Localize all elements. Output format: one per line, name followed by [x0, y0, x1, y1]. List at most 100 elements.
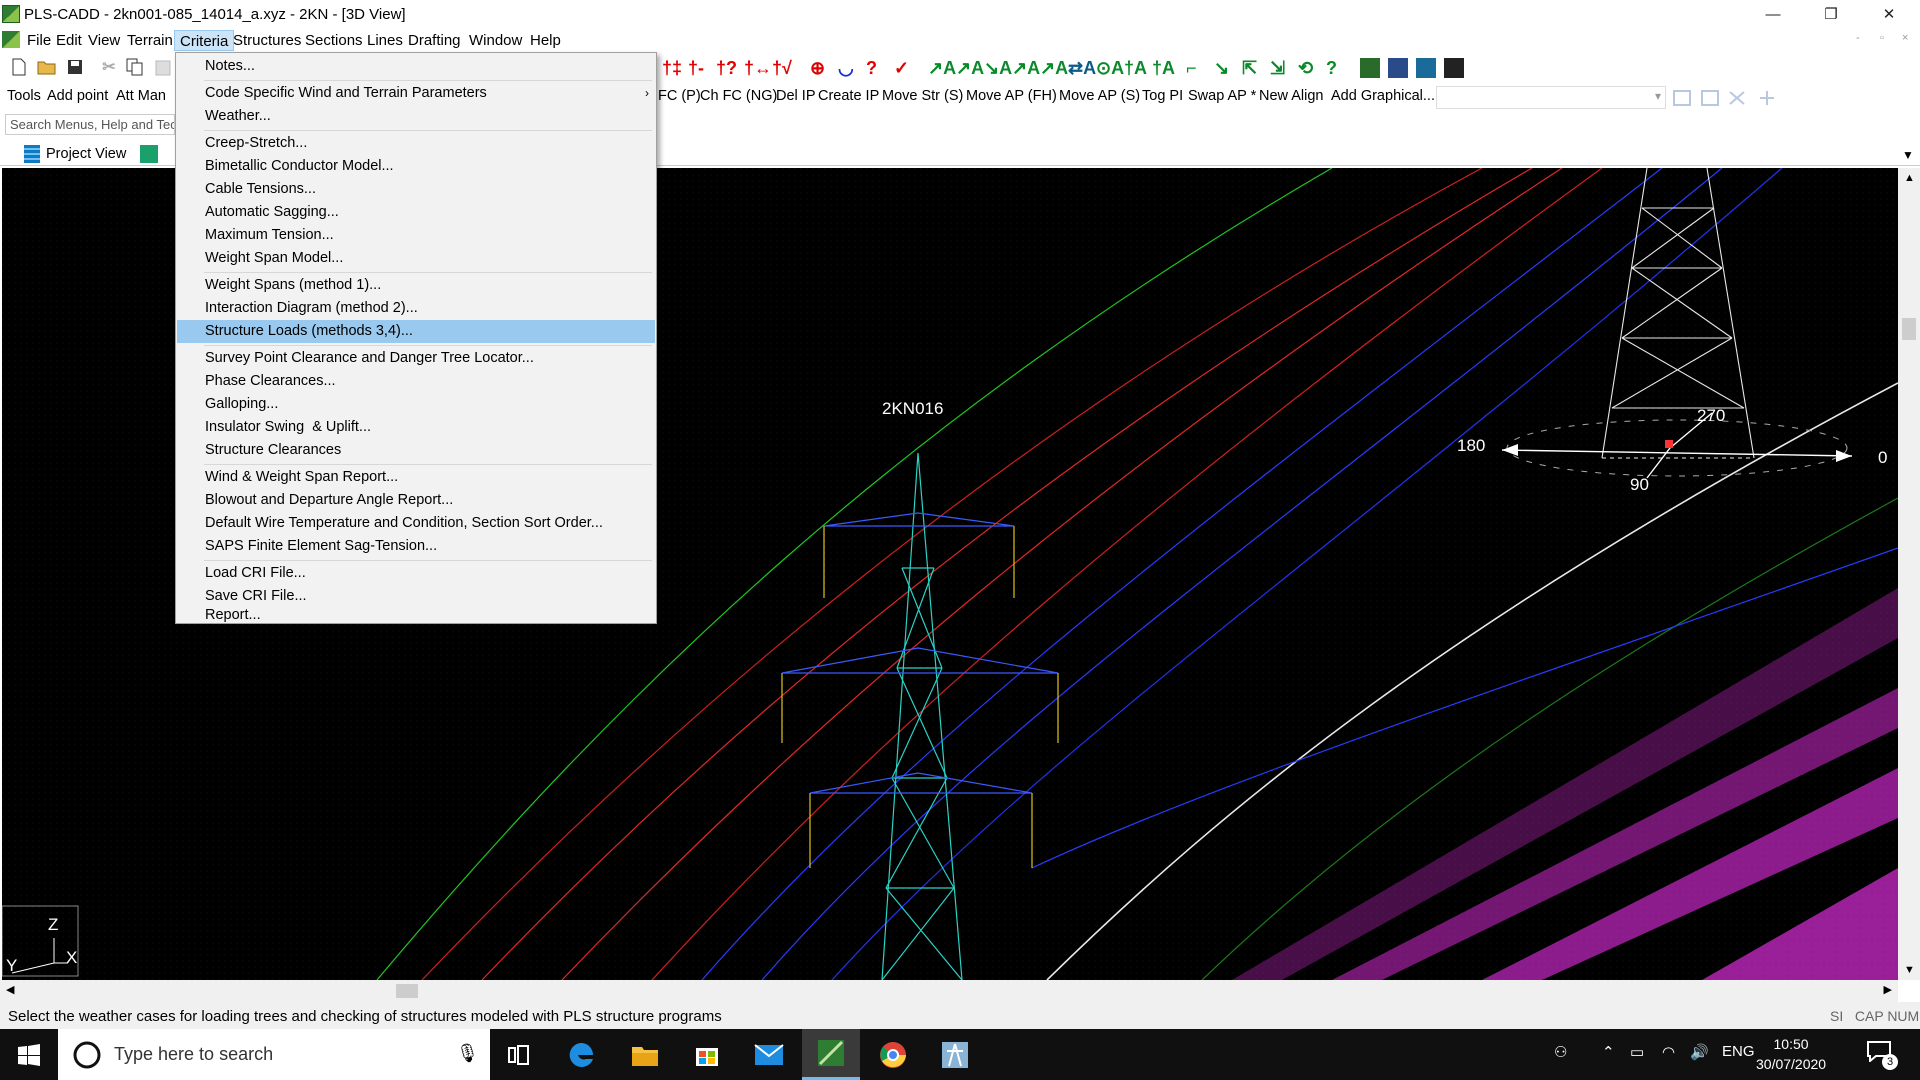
vertical-scrollbar[interactable]: ▲ ▼: [1898, 168, 1920, 980]
cmd-fc-p[interactable]: FC (P): [658, 88, 701, 104]
menu-item-bimetallic[interactable]: Bimetallic Conductor Model...: [177, 155, 655, 178]
menu-item-max-tension[interactable]: Maximum Tension...: [177, 224, 655, 247]
menu-item-interaction-diagram[interactable]: Interaction Diagram (method 2)...: [177, 297, 655, 320]
menu-structures[interactable]: Structures: [228, 30, 306, 51]
notification-center-icon[interactable]: 3: [1866, 1040, 1898, 1070]
task-view-icon[interactable]: [490, 1029, 548, 1080]
cmd-add-graphical[interactable]: Add Graphical...: [1331, 88, 1435, 104]
pls-cadd-taskbar-icon[interactable]: [802, 1029, 860, 1080]
mail-icon[interactable]: [740, 1029, 798, 1080]
cmd-move-ap-s[interactable]: Move AP (S): [1059, 88, 1140, 104]
command-combo[interactable]: ▾: [1436, 86, 1666, 109]
scroll-right-icon[interactable]: ▶: [1884, 983, 1892, 996]
chrome-icon[interactable]: [864, 1029, 922, 1080]
menu-item-weather[interactable]: Weather...: [177, 105, 655, 128]
tool-icon-1[interactable]: †‡: [662, 58, 682, 78]
toolbar-tool-icons[interactable]: †‡ †- †? †↔ †√ ⊕ ◡ ? ✓ ↗A ↗A ↘A ↗A ↗A ⇄A…: [660, 54, 1880, 82]
document-icon[interactable]: [2, 31, 20, 48]
tab-project-view[interactable]: Project View: [24, 142, 159, 165]
menu-lines[interactable]: Lines: [362, 30, 408, 51]
scroll-left-icon[interactable]: ◀: [6, 983, 14, 996]
menu-item-survey-point-clearance[interactable]: Survey Point Clearance and Danger Tree L…: [177, 347, 655, 370]
tool-icon-23[interactable]: ⟲: [1298, 58, 1313, 78]
scroll-down-icon[interactable]: ▼: [1904, 964, 1915, 976]
cmd-ch-fc-ng[interactable]: Ch FC (NG): [700, 88, 777, 104]
vertical-scroll-thumb[interactable]: [1902, 318, 1916, 340]
tool-icon-21[interactable]: ⇱: [1242, 58, 1257, 78]
menu-item-auto-sagging[interactable]: Automatic Sagging...: [177, 201, 655, 224]
tool-icon-20[interactable]: ↘: [1214, 58, 1229, 78]
menu-item-wind-terrain[interactable]: Code Specific Wind and Terrain Parameter…: [177, 82, 655, 105]
menu-item-cable-tensions[interactable]: Cable Tensions...: [177, 178, 655, 201]
tool-icon-13[interactable]: ↗A: [1012, 58, 1040, 78]
close-button[interactable]: ✕: [1866, 0, 1912, 28]
menu-item-saps-sag-tension[interactable]: SAPS Finite Element Sag-Tension...: [177, 535, 655, 558]
tool-icon-12[interactable]: ↘A: [984, 58, 1012, 78]
menu-window[interactable]: Window: [464, 30, 527, 51]
menu-item-structure-loads[interactable]: Structure Loads (methods 3,4)...: [177, 320, 655, 343]
tab-dropdown-icon[interactable]: ▼: [1902, 148, 1914, 162]
cmd-del-ip[interactable]: Del IP: [776, 88, 816, 104]
tool-icon-11[interactable]: ↗A: [956, 58, 984, 78]
minimize-button[interactable]: —: [1750, 0, 1796, 28]
mdi-close-button[interactable]: ×: [1902, 32, 1908, 44]
search-input[interactable]: Search Menus, Help and Tec: [5, 114, 175, 135]
tool-icon-10[interactable]: ↗A: [928, 58, 956, 78]
tool-icon-5[interactable]: †√: [772, 58, 792, 78]
start-button[interactable]: [0, 1029, 58, 1080]
menu-item-structure-clearances[interactable]: Structure Clearances: [177, 439, 655, 462]
battery-icon[interactable]: ▭: [1630, 1043, 1644, 1061]
cmd-new-align[interactable]: New Align: [1259, 88, 1323, 104]
menu-item-notes[interactable]: Notes...: [177, 55, 655, 78]
file-explorer-icon[interactable]: [616, 1029, 674, 1080]
menu-item-blowout-report[interactable]: Blowout and Departure Angle Report...: [177, 489, 655, 512]
menu-item-insulator-swing[interactable]: Insulator Swing & Uplift...: [177, 416, 655, 439]
tool-icon-18[interactable]: †A: [1152, 58, 1175, 78]
mdi-minimize-button[interactable]: -: [1856, 32, 1860, 44]
wifi-icon[interactable]: ◠: [1662, 1043, 1675, 1061]
tool-icon-17[interactable]: †A: [1124, 58, 1147, 78]
cmd-move-str[interactable]: Move Str (S): [882, 88, 963, 104]
cmd-add-point[interactable]: Add point: [47, 88, 108, 104]
tool-icon-6[interactable]: ⊕: [810, 58, 825, 78]
save-icon[interactable]: [64, 56, 86, 78]
tool-icon-3[interactable]: †?: [716, 58, 737, 78]
cmd-swap-ap[interactable]: Swap AP *: [1188, 88, 1256, 104]
menu-help[interactable]: Help: [525, 30, 566, 51]
tool-icon-16[interactable]: ⊙A: [1096, 58, 1124, 78]
tool-icon-14[interactable]: ↗A: [1040, 58, 1068, 78]
menu-item-galloping[interactable]: Galloping...: [177, 393, 655, 416]
tool-icon-27[interactable]: [1416, 58, 1436, 78]
cmd-tog-pi[interactable]: Tog PI: [1142, 88, 1183, 104]
map-view-icon[interactable]: [140, 144, 159, 163]
menu-item-report[interactable]: Report...: [177, 608, 655, 623]
tool-icon-8[interactable]: ?: [866, 58, 877, 78]
horizontal-scroll-thumb[interactable]: [396, 984, 418, 998]
tray-expand-icon[interactable]: ⌃: [1602, 1043, 1615, 1061]
taskbar-search-box[interactable]: Type here to search 🎙: [58, 1029, 490, 1080]
tool-icon-9[interactable]: ✓: [894, 58, 909, 78]
menu-sections[interactable]: Sections: [300, 30, 368, 51]
cmd-create-ip[interactable]: Create IP: [818, 88, 879, 104]
restore-button[interactable]: ❐: [1808, 0, 1854, 28]
mdi-restore-button[interactable]: ▫: [1880, 32, 1884, 44]
people-icon[interactable]: ⚇: [1554, 1043, 1567, 1061]
menu-view[interactable]: View: [83, 30, 125, 51]
tool-icon-22[interactable]: ⇲: [1270, 58, 1285, 78]
volume-icon[interactable]: 🔊: [1690, 1043, 1709, 1061]
menu-item-weight-span-model[interactable]: Weight Span Model...: [177, 247, 655, 270]
cut-icon[interactable]: ✂: [98, 56, 120, 78]
menu-item-default-wire-temp[interactable]: Default Wire Temperature and Condition, …: [177, 512, 655, 535]
tool-icon-15[interactable]: ⇄A: [1068, 58, 1096, 78]
tool-icon-24[interactable]: ?: [1326, 58, 1337, 78]
copy-icon[interactable]: [124, 56, 146, 78]
menu-item-weight-spans[interactable]: Weight Spans (method 1)...: [177, 274, 655, 297]
menu-item-load-cri[interactable]: Load CRI File...: [177, 562, 655, 585]
menu-item-save-cri[interactable]: Save CRI File...: [177, 585, 655, 608]
tool-icon-26[interactable]: [1388, 58, 1408, 78]
edge-browser-icon[interactable]: [553, 1029, 611, 1080]
new-file-icon[interactable]: [8, 56, 30, 78]
tool-icon-25[interactable]: [1360, 58, 1380, 78]
horizontal-scrollbar[interactable]: ◀ ▶: [0, 980, 1898, 1002]
scroll-up-icon[interactable]: ▲: [1904, 172, 1915, 184]
